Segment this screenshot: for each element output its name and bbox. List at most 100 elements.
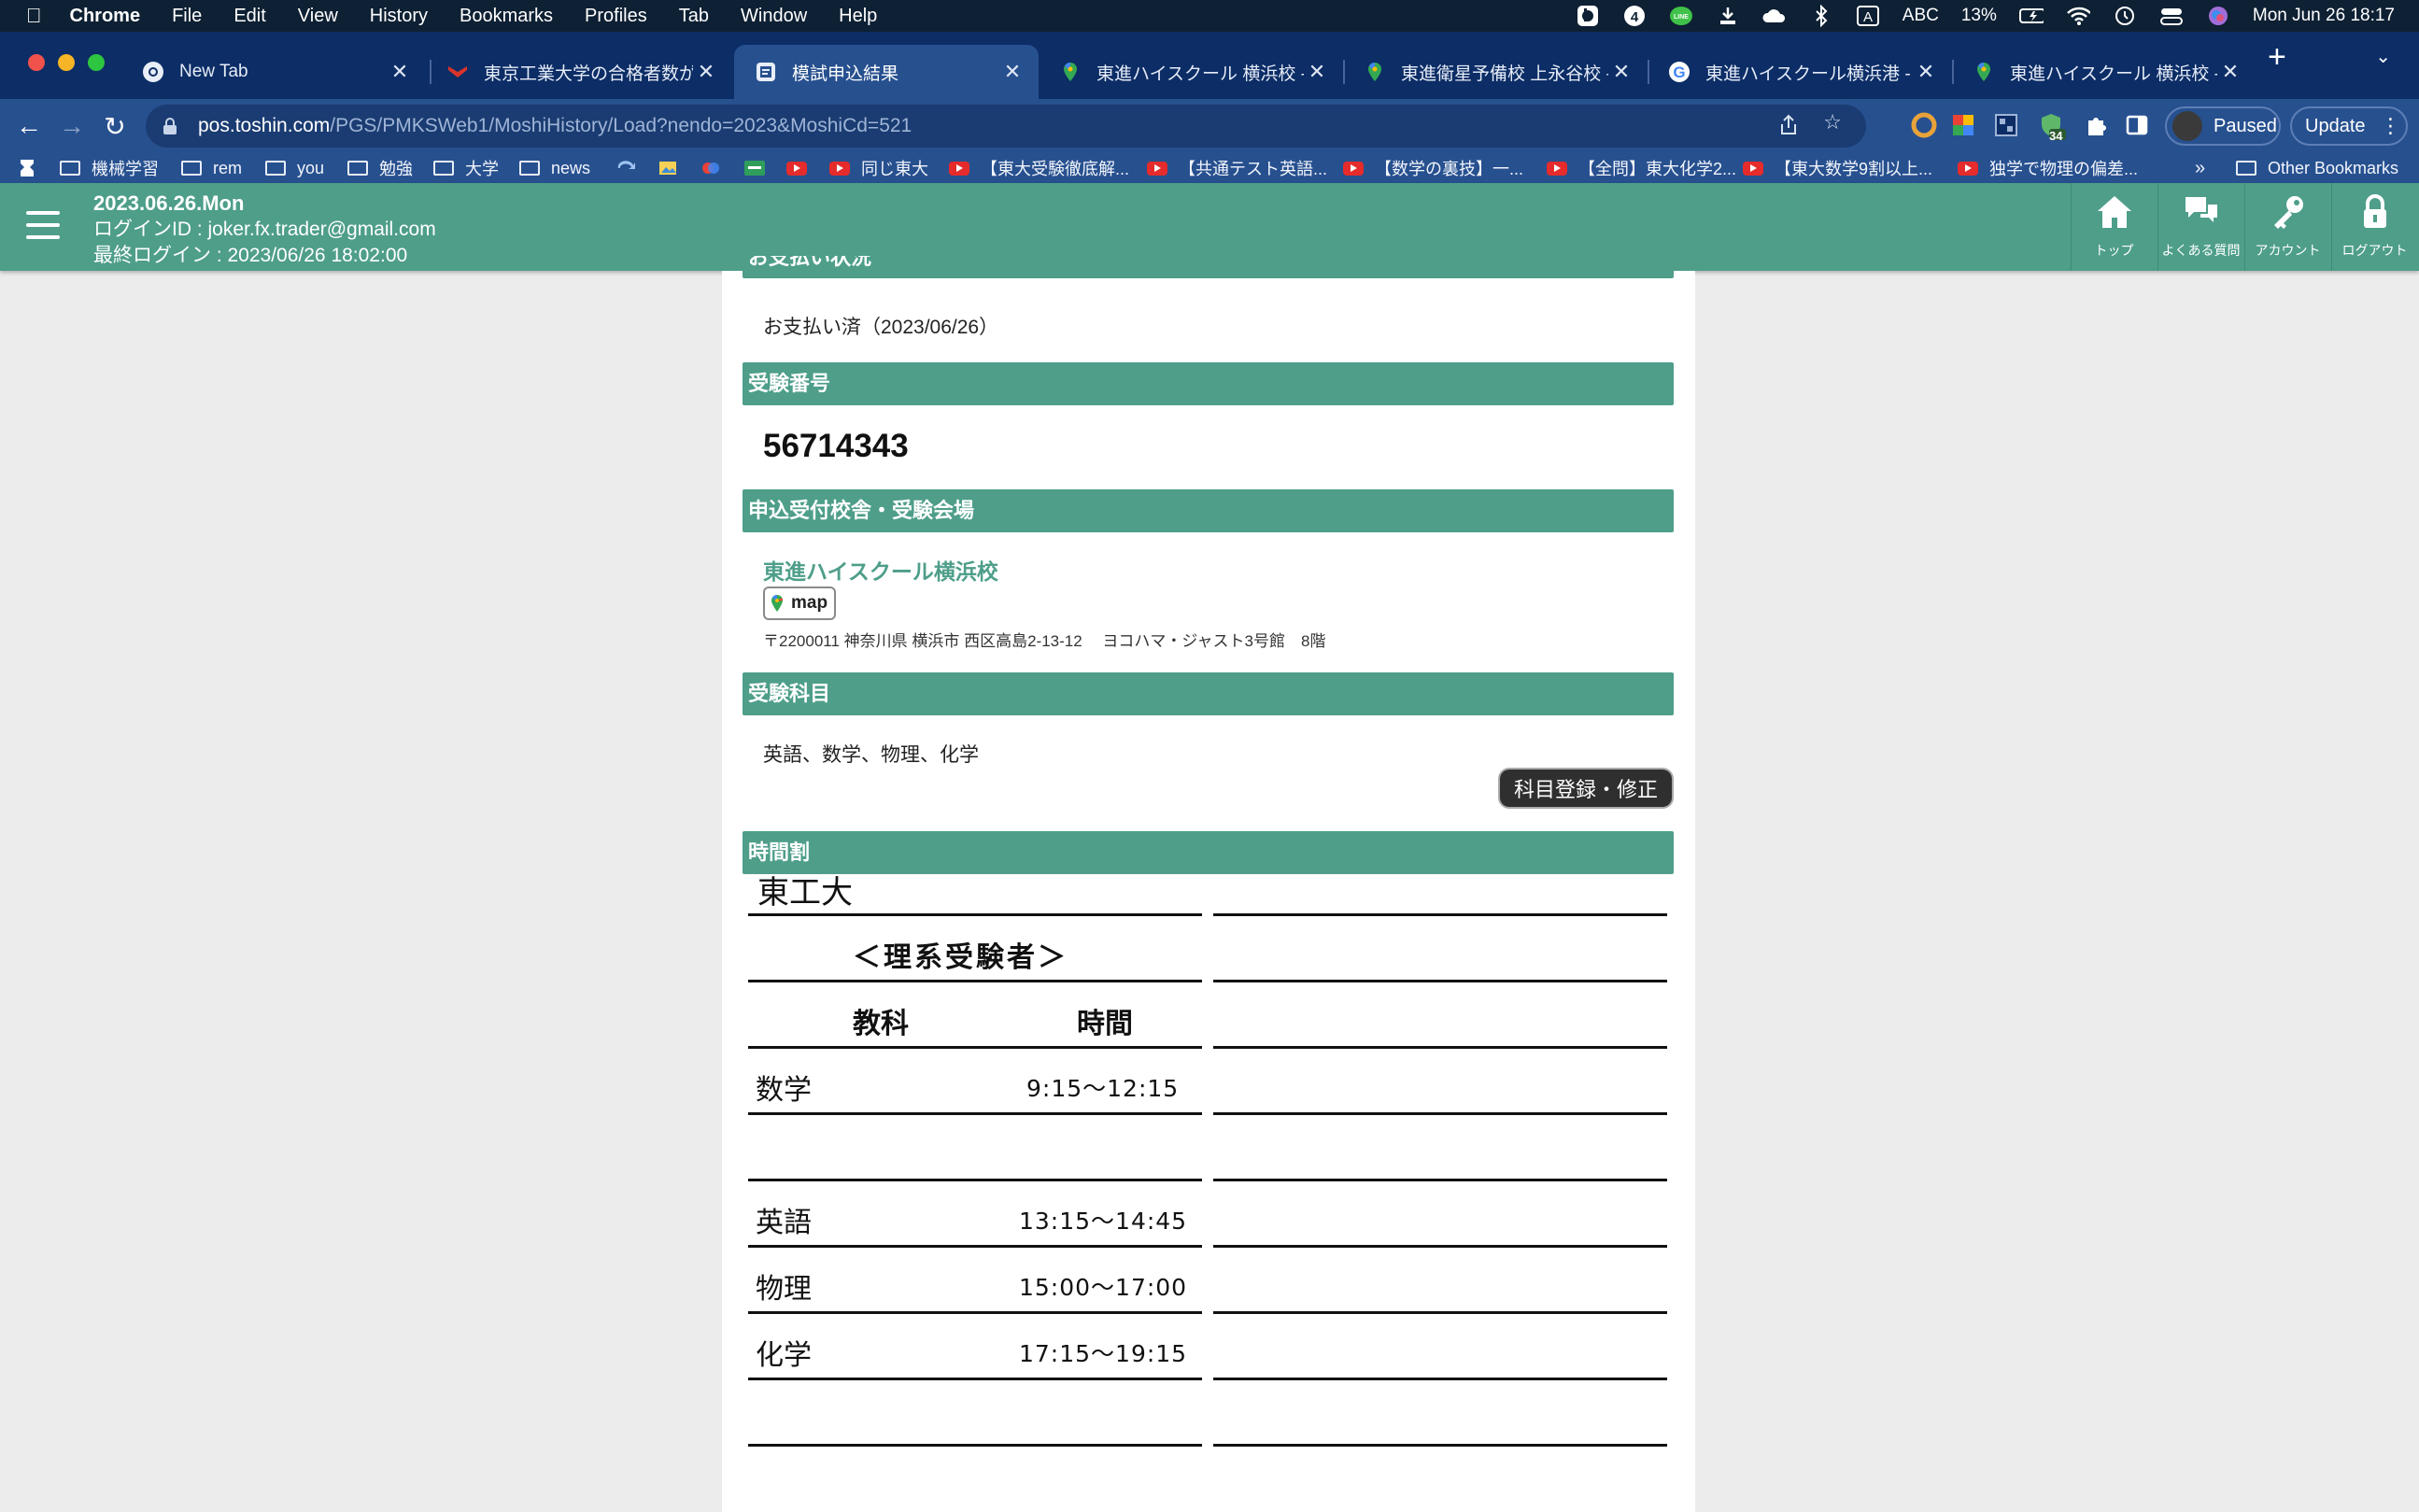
qr-extension-icon[interactable] — [1993, 112, 2019, 138]
tab-maps-yokohama-2[interactable]: 東進ハイスクール 横浜校 - Go ✕ — [1952, 45, 2256, 99]
google-extension-icon[interactable] — [1950, 112, 1976, 138]
bookmark-folder[interactable]: 機械学習 — [60, 153, 159, 183]
chrome-icon — [142, 61, 164, 83]
line-icon[interactable]: LINE — [1669, 6, 1693, 26]
bookmark-folder[interactable]: news — [519, 153, 590, 183]
battery-icon[interactable] — [2018, 6, 2044, 26]
bookmark-youtube[interactable]: 【数学の裏技】一... — [1343, 153, 1523, 183]
venue-link[interactable]: 東進ハイスクール横浜校 — [763, 554, 998, 586]
control-center-icon[interactable] — [2159, 6, 2184, 26]
side-panel-icon[interactable] — [2124, 112, 2150, 138]
reload-icon[interactable]: ↻ — [93, 111, 136, 142]
close-tab-icon[interactable]: ✕ — [999, 60, 1026, 84]
bookmark-youtube[interactable]: 【共通テスト英語... — [1147, 153, 1327, 183]
tab-moshi-result[interactable]: 模試申込結果 ✕ — [734, 45, 1039, 99]
apple-menu-icon[interactable]:  — [26, 4, 42, 28]
bookmark-green-site-icon[interactable] — [743, 153, 766, 183]
kebab-menu-icon[interactable]: ⋮ — [2381, 114, 2401, 138]
cloud-icon[interactable] — [1762, 6, 1787, 26]
minimize-window-button[interactable] — [58, 54, 75, 71]
share-icon[interactable] — [1778, 114, 1799, 142]
edit-subjects-button[interactable]: 科目登録・修正 — [1500, 770, 1672, 807]
timetable-rule — [1213, 1245, 1667, 1248]
bookmark-youtube[interactable] — [786, 153, 818, 183]
close-tab-icon[interactable]: ✕ — [1913, 60, 1939, 84]
siri-icon[interactable] — [2206, 6, 2230, 26]
bookmark-youtube[interactable]: 【東大受験徹底解... — [949, 153, 1129, 183]
bookmark-youtube[interactable]: 【東大数学9割以上... — [1743, 153, 1932, 183]
tab-titech[interactable]: 東京工業大学の合格者数が多 ✕ — [426, 45, 732, 99]
bookmark-swirl-icon[interactable] — [616, 153, 637, 183]
timetable-image: 東工大 ＜理系受験者＞ 教科 時間 数学 9:15〜12:15 英語 13:15… — [748, 857, 1673, 1511]
timetable-rule — [748, 1444, 1202, 1447]
tab-maps-kaminagaya[interactable]: 東進衛星予備校 上永谷校 - Go ✕ — [1343, 45, 1648, 99]
bookmark-folder[interactable]: 大学 — [433, 153, 499, 183]
color-picker-extension-icon[interactable] — [1911, 112, 1937, 138]
new-tab-icon[interactable]: + — [2268, 39, 2286, 76]
close-window-button[interactable] — [28, 54, 45, 71]
close-tab-icon[interactable]: ✕ — [693, 60, 719, 84]
tab-title: 東進ハイスクール横浜港 - Go — [1705, 64, 1913, 84]
bookmark-photos-icon[interactable] — [700, 153, 721, 183]
tab-new-tab[interactable]: New Tab ✕ — [121, 45, 426, 99]
menu-help[interactable]: Help — [839, 6, 877, 27]
status-four-icon[interactable]: 4 — [1622, 6, 1647, 26]
timetable-rule — [1213, 1311, 1667, 1314]
tab-search-chevron-icon[interactable]: ⌄ — [2375, 45, 2391, 68]
hamburger-menu-icon[interactable] — [26, 211, 60, 239]
youtube-icon — [1743, 161, 1763, 176]
nav-account-button[interactable]: アカウント — [2244, 183, 2330, 271]
page-icon — [755, 61, 777, 83]
menu-window[interactable]: Window — [741, 6, 807, 27]
bookmark-folder[interactable]: you — [265, 153, 324, 183]
close-tab-icon[interactable]: ✕ — [1304, 60, 1330, 84]
puzzle-extensions-icon[interactable] — [2083, 112, 2109, 138]
zoom-window-button[interactable] — [88, 54, 105, 71]
address-bar[interactable]: pos.toshin.com/PGS/PMKSWeb1/MoshiHistory… — [146, 105, 1866, 148]
map-button[interactable]: map — [763, 586, 836, 620]
wifi-icon[interactable] — [2066, 6, 2090, 26]
bookmark-youtube[interactable]: 【全問】東大化学2... — [1547, 153, 1736, 183]
bookmark-star-icon[interactable]: ☆ — [1823, 110, 1842, 134]
folder-icon — [2236, 161, 2256, 176]
app-menu[interactable]: Chrome — [70, 6, 141, 27]
bookmarks-overflow-chevron-icon[interactable]: » — [2195, 153, 2205, 183]
download-icon[interactable] — [1716, 6, 1740, 26]
nav-faq-button[interactable]: よくある質問 — [2157, 183, 2243, 271]
subjects-section-header: 受験科目 — [743, 672, 1674, 715]
profile-paused-button[interactable]: Paused — [2165, 106, 2281, 146]
tab-maps-yokohama[interactable]: 東進ハイスクール 横浜校 - Go ✕ — [1039, 45, 1343, 99]
time-machine-icon[interactable] — [2113, 6, 2137, 26]
timetable-row-subject: 数学 — [756, 1074, 812, 1107]
bluetooth-icon[interactable] — [1809, 5, 1833, 27]
update-button[interactable]: Update ⋮ — [2290, 106, 2408, 146]
input-mode-a-icon[interactable]: A — [1856, 6, 1880, 26]
timetable-row-time: 17:15〜19:15 — [1019, 1340, 1188, 1367]
back-arrow-icon[interactable]: ← — [7, 111, 50, 141]
bookmark-youtube[interactable]: 同じ東大 — [829, 153, 928, 183]
bookmark-drive-icon[interactable] — [658, 153, 678, 183]
other-bookmarks-folder[interactable]: Other Bookmarks — [2236, 153, 2398, 183]
menu-file[interactable]: File — [172, 6, 202, 27]
menu-bookmarks[interactable]: Bookmarks — [460, 6, 553, 27]
close-tab-icon[interactable]: ✕ — [387, 60, 413, 84]
bookmark-folder[interactable]: 勉強 — [347, 153, 413, 183]
menu-tab[interactable]: Tab — [679, 6, 709, 27]
tab-google-yokohamako[interactable]: G 東進ハイスクール横浜港 - Go ✕ — [1648, 45, 1952, 99]
timetable-row-time: 9:15〜12:15 — [1026, 1075, 1180, 1102]
bookmark-folder[interactable]: rem — [181, 153, 242, 183]
menu-edit[interactable]: Edit — [233, 6, 265, 27]
bookmark-app-icon[interactable] — [19, 153, 35, 183]
menu-view[interactable]: View — [298, 6, 338, 27]
close-tab-icon[interactable]: ✕ — [1608, 60, 1634, 84]
menu-profiles[interactable]: Profiles — [585, 6, 647, 27]
close-tab-icon[interactable]: ✕ — [2217, 60, 2243, 84]
menu-history[interactable]: History — [370, 6, 428, 27]
nav-top-button[interactable]: トップ — [2071, 183, 2157, 271]
status-app-icon[interactable] — [1576, 6, 1600, 26]
youtube-icon — [786, 161, 807, 176]
forward-arrow-icon[interactable]: → — [50, 111, 93, 141]
bookmark-youtube[interactable]: 独学で物理の偏差... — [1958, 153, 2138, 183]
nav-logout-button[interactable]: ログアウト — [2331, 183, 2417, 271]
lock-icon[interactable] — [163, 118, 177, 134]
